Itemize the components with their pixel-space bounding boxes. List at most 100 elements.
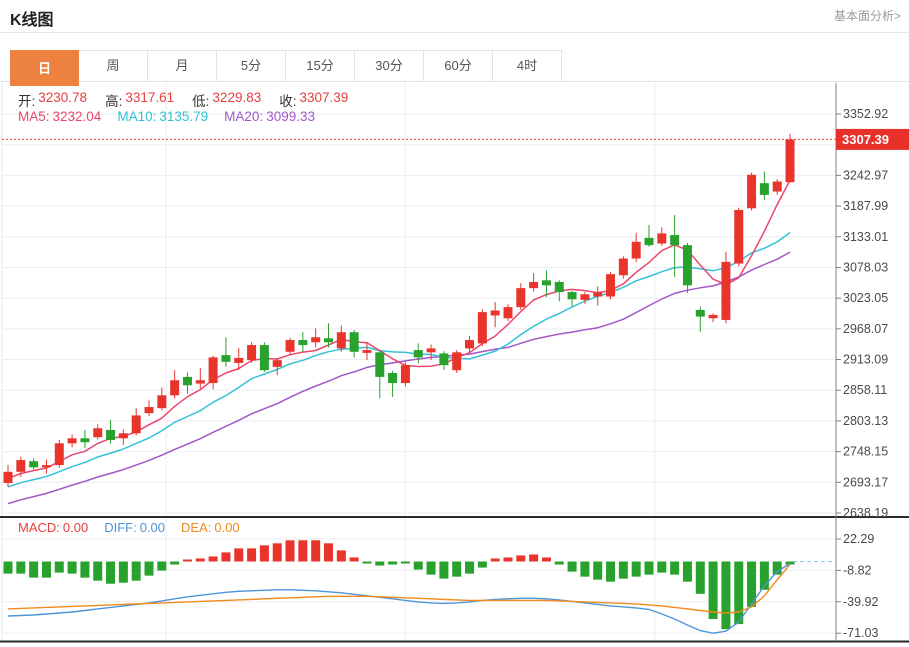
- candle: [68, 438, 77, 443]
- macd-bar: [324, 543, 333, 561]
- candle: [580, 294, 589, 300]
- candle: [132, 415, 141, 433]
- macd-bar: [721, 562, 730, 630]
- macd-bar: [709, 562, 718, 620]
- macd-bar: [29, 562, 38, 578]
- candles: [4, 134, 795, 487]
- macd-bar: [452, 562, 461, 577]
- axis-label: 3242.97: [843, 168, 888, 182]
- candle: [183, 377, 192, 385]
- candle: [465, 340, 474, 348]
- macd-bar: [337, 550, 346, 561]
- candle: [721, 262, 730, 320]
- candle: [324, 338, 333, 342]
- candle: [683, 245, 692, 285]
- kline-chart-canvas[interactable]: 3352.923297.943242.973187.993133.013078.…: [0, 0, 909, 647]
- candle: [286, 340, 295, 352]
- candle: [734, 210, 743, 264]
- macd-bar: [55, 562, 64, 573]
- macd-bar: [632, 562, 641, 577]
- candle: [670, 235, 679, 245]
- candle: [568, 292, 577, 299]
- macd-bar: [119, 562, 128, 583]
- candle: [93, 428, 102, 437]
- ma-lines: [8, 180, 790, 504]
- current-price-tag-value: 3307.39: [842, 132, 889, 147]
- candle: [4, 472, 13, 483]
- candle: [298, 340, 307, 345]
- macd-bar: [388, 562, 397, 565]
- axis-label: 3187.99: [843, 199, 888, 213]
- candle: [491, 310, 500, 315]
- candle: [645, 238, 654, 245]
- macd-bar: [568, 562, 577, 572]
- macd-bar: [157, 562, 166, 571]
- macd-bar: [80, 562, 89, 578]
- macd-bar: [298, 540, 307, 561]
- macd-bar: [734, 562, 743, 625]
- macd-bar: [247, 548, 256, 561]
- candle: [414, 350, 423, 357]
- macd-bar: [696, 562, 705, 594]
- macd-bar: [4, 562, 13, 574]
- axis-label: 3352.92: [843, 107, 888, 121]
- candle: [209, 357, 218, 383]
- candle: [657, 233, 666, 243]
- candle: [375, 352, 384, 377]
- macd-bar: [68, 562, 77, 574]
- macd-bar: [555, 562, 564, 565]
- macd-bar: [645, 562, 654, 575]
- candle: [362, 350, 371, 353]
- current-price-tag: 3307.39: [836, 129, 909, 150]
- candle: [503, 307, 512, 318]
- candle: [760, 183, 769, 195]
- candle: [696, 310, 705, 317]
- macd-bar: [350, 557, 359, 561]
- candle: [773, 182, 782, 192]
- candle: [16, 460, 25, 472]
- axis-label: 2693.17: [843, 475, 888, 489]
- candle: [388, 373, 397, 383]
- axis-label: 2858.11: [843, 383, 887, 397]
- macd-bar: [619, 562, 628, 579]
- axis-label: -71.03: [843, 626, 878, 640]
- candle: [619, 259, 628, 276]
- candle: [529, 282, 538, 288]
- macd-bar: [606, 562, 615, 582]
- axis-label: 3133.01: [843, 230, 888, 244]
- macd-bar: [439, 562, 448, 579]
- macd-bar: [375, 562, 384, 566]
- macd-bar: [362, 562, 371, 564]
- macd-bar: [286, 540, 295, 561]
- macd-bar: [670, 562, 679, 575]
- candle: [196, 380, 205, 383]
- candle: [786, 139, 795, 182]
- candle: [709, 315, 718, 318]
- candle: [401, 365, 410, 383]
- candle: [80, 438, 89, 442]
- macd-bar: [503, 557, 512, 561]
- macd-bar: [465, 562, 474, 574]
- axis-label: 2748.15: [843, 445, 888, 459]
- candle: [555, 282, 564, 292]
- macd-bar: [16, 562, 25, 574]
- axis-label: -8.82: [843, 563, 872, 577]
- macd-bar: [773, 562, 782, 575]
- macd-bar: [593, 562, 602, 580]
- axis-label: 2803.13: [843, 414, 888, 428]
- macd-bar: [106, 562, 115, 584]
- axis-label: 3078.03: [843, 260, 888, 274]
- macd-bar: [209, 556, 218, 561]
- candle: [29, 461, 38, 467]
- candle: [247, 345, 256, 360]
- candle: [452, 352, 461, 370]
- candle: [221, 355, 230, 362]
- candle: [234, 358, 243, 363]
- macd-bar: [145, 562, 154, 576]
- candle: [427, 348, 436, 352]
- macd-bar: [234, 548, 243, 561]
- axis-label: -39.92: [843, 595, 878, 609]
- macd-bar: [491, 558, 500, 561]
- ma20-line: [8, 252, 790, 504]
- macd-bar: [683, 562, 692, 582]
